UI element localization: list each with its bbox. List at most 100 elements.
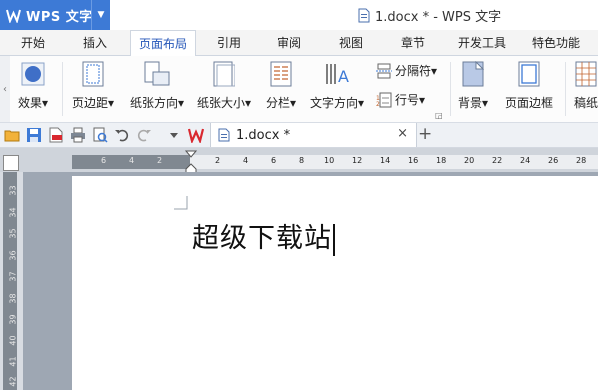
export-pdf-icon[interactable] <box>48 127 64 143</box>
redo-icon[interactable] <box>136 127 152 143</box>
columns-label: 分栏 <box>266 96 291 110</box>
ribbon-scroll-left[interactable]: ‹ <box>0 56 10 122</box>
ruler-tick: 4 <box>243 156 249 165</box>
manuscript-icon <box>573 60 598 88</box>
divider <box>450 62 451 116</box>
divider <box>565 62 566 116</box>
manuscript-button[interactable]: 稿纸 <box>573 60 598 111</box>
horizontal-ruler[interactable]: 6 4 2 2 4 6 8 10 12 14 16 18 20 22 24 26… <box>72 155 598 169</box>
ruler-tick: 8 <box>299 156 305 165</box>
ruler-tick: 12 <box>352 156 363 165</box>
paper-size-icon <box>211 60 237 88</box>
ruler-text-area <box>190 155 598 169</box>
orientation-icon <box>144 60 170 88</box>
text-direction-label: 文字方向 <box>310 96 359 110</box>
menu-tabs: 开始 插入 页面布局 引用 审阅 视图 章节 开发工具 特色功能 <box>0 30 598 57</box>
ruler-tick: 28 <box>576 156 587 165</box>
orientation-button[interactable]: 纸张方向▾ <box>130 60 184 111</box>
document-icon <box>358 8 370 23</box>
ruler-tick: 42 <box>8 376 18 387</box>
close-tab-icon[interactable]: × <box>397 126 408 141</box>
tab-special[interactable]: 特色功能 <box>524 30 588 55</box>
tab-developer[interactable]: 开发工具 <box>450 30 514 55</box>
ruler-tick: 26 <box>548 156 559 165</box>
tab-sections[interactable]: 章节 <box>390 30 436 55</box>
ruler-tick: 4 <box>129 156 135 165</box>
print-preview-icon[interactable] <box>92 127 108 143</box>
line-numbers-icon: 1 2 <box>376 92 392 108</box>
margins-button[interactable]: 页边距▾ <box>72 60 114 111</box>
ruler-tick: 36 <box>8 250 18 261</box>
document-content: 超级下载站 <box>192 223 332 254</box>
wps-logo-icon <box>6 9 21 23</box>
vertical-ruler[interactable]: 33 34 35 36 37 38 39 40 41 42 <box>3 172 18 390</box>
separator-label: 分隔符 <box>395 64 432 78</box>
ruler-tick: 41 <box>8 356 18 367</box>
page-border-icon <box>516 60 542 88</box>
window-title: 1.docx * - WPS 文字 <box>358 6 501 25</box>
customize-dropdown-icon[interactable] <box>166 127 182 143</box>
wps-red-logo-icon[interactable] <box>188 127 204 143</box>
orientation-label: 纸张方向 <box>130 96 179 110</box>
ruler-tick: 14 <box>380 156 391 165</box>
document-text[interactable]: 超级下载站 <box>192 216 335 256</box>
tab-review[interactable]: 审阅 <box>266 30 312 55</box>
ruler-tick: 6 <box>101 156 107 165</box>
print-icon[interactable] <box>70 127 86 143</box>
tab-insert[interactable]: 插入 <box>72 30 118 55</box>
window-title-text: 1.docx * - WPS 文字 <box>375 10 502 25</box>
effects-button[interactable]: 效果▾ <box>18 60 48 111</box>
dialog-launcher-icon[interactable]: ◲ <box>435 111 443 120</box>
separator-icon <box>376 63 392 78</box>
app-menu-button[interactable]: WPS 文字 ▼ <box>0 0 110 30</box>
ruler-tick: 10 <box>324 156 335 165</box>
ruler-tick: 40 <box>8 335 18 346</box>
document-tab[interactable]: 1.docx * × <box>210 123 417 147</box>
separator-button[interactable]: 分隔符 ▾ <box>376 62 437 79</box>
ruler-tick: 18 <box>436 156 447 165</box>
document-page[interactable] <box>72 176 598 390</box>
line-numbers-label: 行号 <box>395 93 420 107</box>
document-icon <box>218 128 230 142</box>
page-border-label: 页面边框 <box>505 96 554 110</box>
title-bar: WPS 文字 ▼ 1.docx * - WPS 文字 <box>0 0 598 30</box>
app-dropdown-icon[interactable]: ▼ <box>91 0 110 30</box>
ruler-tick: 38 <box>8 293 18 304</box>
open-folder-icon[interactable] <box>4 127 20 143</box>
ruler-tick: 34 <box>8 207 18 218</box>
line-numbers-button[interactable]: 1 2 行号 ▾ <box>376 91 425 108</box>
document-tab-name: 1.docx * <box>236 127 291 143</box>
ruler-tick: 22 <box>492 156 503 165</box>
background-button[interactable]: 背景▾ <box>458 60 488 111</box>
app-title: WPS 文字 <box>26 9 93 25</box>
text-direction-button[interactable]: A 文字方向▾ <box>310 60 364 111</box>
ruler-tick: 16 <box>408 156 419 165</box>
margins-label: 页边距 <box>72 96 109 110</box>
new-tab-button[interactable]: + <box>418 124 432 144</box>
paper-size-button[interactable]: 纸张大小▾ <box>197 60 251 111</box>
ruler-tick: 20 <box>464 156 475 165</box>
ruler-tick: 2 <box>215 156 221 165</box>
tab-page-layout[interactable]: 页面布局 <box>130 30 196 57</box>
tab-view[interactable]: 视图 <box>328 30 374 55</box>
page-border-button[interactable]: 页面边框 <box>505 60 553 111</box>
tab-start[interactable]: 开始 <box>10 30 56 55</box>
columns-button[interactable]: 分栏▾ <box>266 60 296 111</box>
tab-stop-selector[interactable] <box>3 155 19 171</box>
ruler-tick: 33 <box>8 185 18 196</box>
margins-icon <box>80 60 106 88</box>
ruler-tick: 24 <box>520 156 531 165</box>
text-cursor <box>333 223 335 256</box>
tab-references[interactable]: 引用 <box>206 30 252 55</box>
columns-icon <box>268 60 294 88</box>
svg-text:A: A <box>338 67 349 86</box>
undo-icon[interactable] <box>114 127 130 143</box>
margin-corner-mark <box>174 196 188 210</box>
background-icon <box>460 60 486 88</box>
background-label: 背景 <box>458 96 483 110</box>
save-icon[interactable] <box>26 127 42 143</box>
effects-icon <box>20 60 46 88</box>
svg-text:2: 2 <box>376 101 380 108</box>
effects-label: 效果 <box>18 96 43 110</box>
indent-marker-icon[interactable] <box>185 150 197 174</box>
